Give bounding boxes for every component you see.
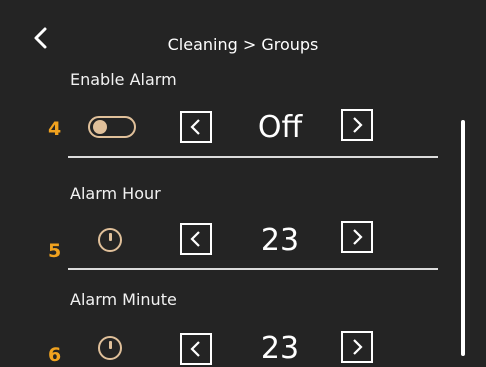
setting-number: 4 bbox=[48, 118, 62, 140]
chevron-left-icon bbox=[190, 341, 200, 357]
alarm-hour-decrement-button[interactable] bbox=[180, 223, 212, 255]
alarm-hour-increment-button[interactable] bbox=[341, 221, 373, 253]
clock-icon bbox=[98, 336, 122, 360]
alarm-minute-decrement-button[interactable] bbox=[180, 333, 212, 365]
page-title: Cleaning > Groups bbox=[167, 35, 319, 54]
setting-label-alarm-hour: Alarm Hour bbox=[70, 184, 161, 203]
chevron-left-icon bbox=[190, 231, 200, 247]
clock-icon bbox=[98, 228, 122, 252]
toggle-off-icon bbox=[93, 120, 107, 134]
chevron-right-icon bbox=[353, 117, 363, 133]
alarm-toggle[interactable] bbox=[88, 116, 136, 138]
setting-number: 5 bbox=[48, 240, 62, 262]
divider bbox=[68, 156, 438, 158]
enable-alarm-increment-button[interactable] bbox=[341, 109, 373, 141]
alarm-minute-increment-button[interactable] bbox=[341, 331, 373, 363]
enable-alarm-value: Off bbox=[257, 110, 303, 145]
enable-alarm-decrement-button[interactable] bbox=[180, 111, 212, 143]
divider bbox=[68, 268, 438, 270]
setting-label-enable-alarm: Enable Alarm bbox=[70, 70, 177, 89]
chevron-left-icon bbox=[190, 119, 200, 135]
alarm-minute-value: 23 bbox=[260, 331, 300, 366]
chevron-right-icon bbox=[353, 339, 363, 355]
chevron-right-icon bbox=[353, 229, 363, 245]
scrollbar[interactable] bbox=[461, 120, 465, 356]
alarm-hour-value: 23 bbox=[260, 223, 300, 258]
setting-label-alarm-minute: Alarm Minute bbox=[70, 290, 177, 309]
setting-number: 6 bbox=[48, 344, 62, 366]
